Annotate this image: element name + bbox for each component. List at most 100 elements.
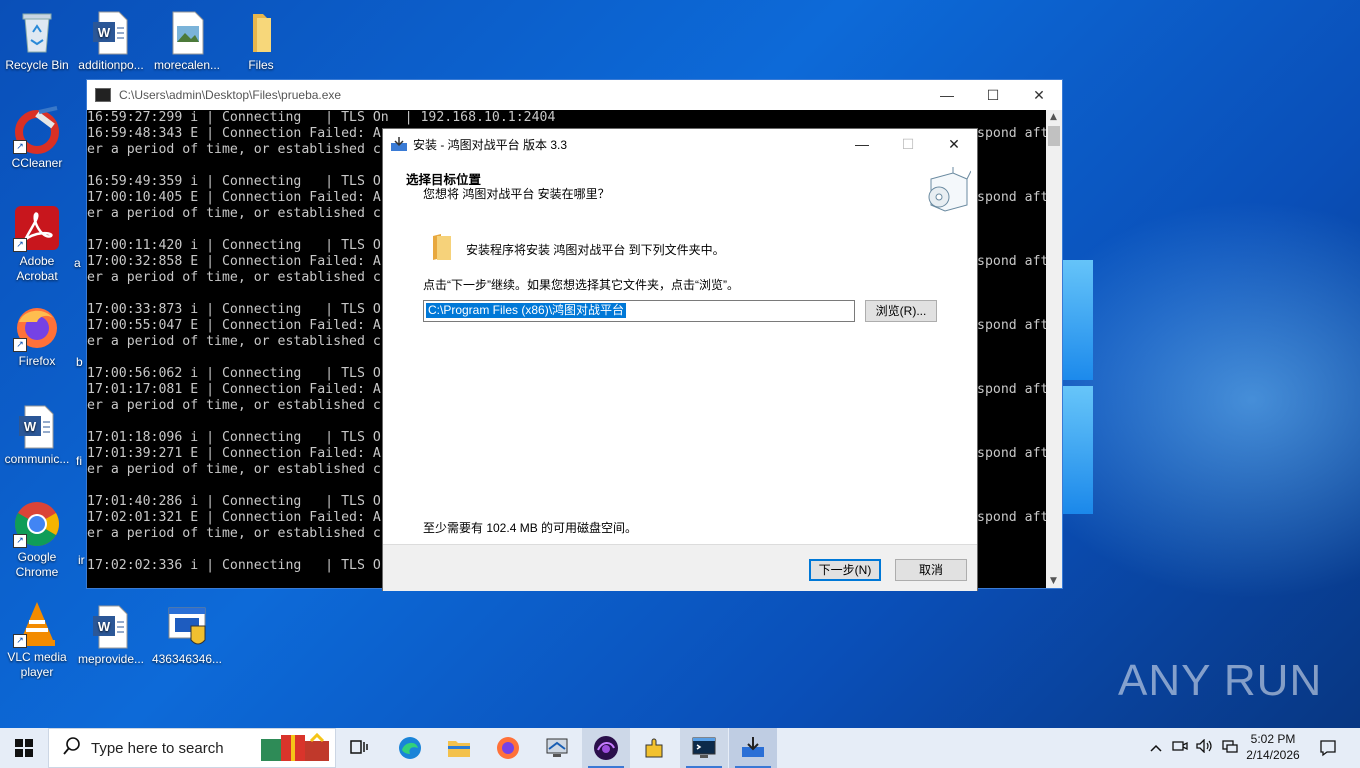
taskbar: Type here to search 5:02 PM 2/14/2026 (0, 728, 1360, 768)
clock-time: 5:02 PM (1250, 732, 1296, 746)
remote-desktop-icon (546, 738, 568, 757)
folder-icon (427, 232, 453, 262)
desktop-icon-files-folder[interactable]: Files (224, 8, 298, 73)
edge-icon (399, 737, 421, 759)
task-view-button[interactable] (336, 728, 384, 768)
desktop-icon-word-doc[interactable]: W communic... (0, 402, 74, 467)
console-scrollbar[interactable]: ▲ ▼ (1046, 110, 1062, 588)
installer-dialog[interactable]: 安装 - 鸿图对战平台 版本 3.3 — ☐ ✕ 选择目标位置 您想将 鸿图对战… (382, 128, 978, 591)
clock-date: 2/14/2026 (1246, 748, 1300, 762)
image-file-icon (163, 8, 211, 56)
shortcut-arrow-icon: ↗ (13, 140, 27, 154)
search-placeholder: Type here to search (91, 739, 224, 757)
close-button[interactable]: ✕ (931, 136, 977, 153)
chrome-icon: ↗ (13, 500, 61, 548)
cancel-button[interactable]: 取消 (895, 559, 967, 581)
desktop-icon-label: Files (248, 58, 274, 72)
notifications-button[interactable] (1304, 728, 1352, 768)
network-icon[interactable] (1222, 739, 1238, 757)
installer-titlebar[interactable]: 安装 - 鸿图对战平台 版本 3.3 — ☐ ✕ (383, 129, 977, 159)
desktop-icon-label: VLC media player (7, 650, 67, 679)
desktop-icon-label: Recycle Bin (5, 58, 69, 72)
acrobat-icon: ↗ (13, 204, 61, 252)
vlc-icon: ↗ (13, 600, 61, 648)
hongtu-platform-icon (594, 736, 618, 760)
taskbar-hongtu-app[interactable] (582, 728, 630, 768)
word-document-icon: W (13, 402, 61, 450)
minimize-button[interactable]: — (924, 87, 970, 104)
scroll-up-icon[interactable]: ▲ (1050, 112, 1057, 122)
desktop-icon-recycle-bin[interactable]: Recycle Bin (0, 8, 74, 73)
maximize-button: ☐ (901, 135, 915, 152)
browse-button[interactable]: 浏览(R)... (865, 300, 937, 322)
next-button[interactable]: 下一步(N) (809, 559, 881, 581)
action-center-icon (1320, 740, 1336, 757)
desktop-icon-vlc[interactable]: ↗ VLC media player (0, 600, 74, 680)
ccleaner-icon: ↗ (13, 106, 61, 154)
taskbar-file-explorer[interactable] (435, 728, 483, 768)
desktop-icon-partial-label: a (74, 256, 81, 270)
console-titlebar[interactable]: C:\Users\admin\Desktop\Files\prueba.exe … (87, 80, 1062, 110)
taskbar-puzzle-app[interactable] (631, 728, 679, 768)
console-app-icon (95, 88, 111, 102)
volume-icon[interactable] (1196, 738, 1214, 757)
desktop-icon-label: Adobe Acrobat (16, 254, 58, 283)
taskbar-edge[interactable] (386, 728, 434, 768)
search-highlight-gifts-icon (261, 731, 331, 765)
firefox-icon (497, 737, 519, 759)
desktop-icon-word-doc[interactable]: W meprovide... (74, 602, 148, 667)
scrollbar-thumb[interactable] (1048, 126, 1060, 146)
shortcut-arrow-icon: ↗ (13, 634, 27, 648)
taskbar-clock[interactable]: 5:02 PM 2/14/2026 (1240, 731, 1306, 763)
shortcut-arrow-icon: ↗ (13, 338, 27, 352)
install-path-value: C:\Program Files (x86)\鸿图对战平台 (426, 303, 627, 318)
shortcut-arrow-icon: ↗ (13, 238, 27, 252)
taskbar-console[interactable] (680, 728, 728, 768)
anyrun-watermark: ANY RUN (1118, 656, 1323, 705)
search-icon (63, 737, 81, 759)
desktop-icon-label: communic... (4, 452, 70, 466)
desktop-icon-ccleaner[interactable]: ↗ CCleaner (0, 106, 74, 171)
svg-text:W: W (98, 619, 111, 634)
disk-space-text: 至少需要有 102.4 MB 的可用磁盘空间。 (423, 521, 638, 535)
windows-logo-pane (1063, 386, 1093, 514)
desktop-icon-label: Firefox (18, 354, 56, 368)
desktop-icon-label: Google Chrome (15, 550, 59, 579)
desktop-icon-adobe-acrobat[interactable]: ↗ Adobe Acrobat (0, 204, 74, 284)
installer-app-icon (391, 137, 407, 151)
svg-text:W: W (24, 419, 37, 434)
recycle-bin-icon (13, 8, 61, 56)
console-icon (692, 737, 716, 758)
installer-icon (742, 737, 764, 757)
desktop-icon-chrome[interactable]: ↗ Google Chrome (0, 500, 74, 580)
taskbar-search-box[interactable]: Type here to search (48, 728, 336, 768)
desktop-icon-installer[interactable]: 436346346... (150, 602, 224, 667)
windows-start-icon (15, 739, 33, 757)
word-document-icon: W (87, 602, 135, 650)
chevron-up-icon[interactable] (1150, 741, 1162, 756)
taskbar-firefox[interactable] (484, 728, 532, 768)
maximize-button[interactable]: ☐ (970, 87, 1016, 104)
install-path-input[interactable]: C:\Program Files (x86)\鸿图对战平台 (423, 300, 855, 322)
close-button[interactable]: ✕ (1016, 87, 1062, 104)
desktop-icon-word-doc[interactable]: W additionpo... (74, 8, 148, 73)
taskbar-app[interactable] (533, 728, 581, 768)
installer-icon (163, 602, 211, 650)
word-document-icon: W (87, 8, 135, 56)
desktop-icon-firefox[interactable]: ↗ Firefox (0, 304, 74, 369)
install-info-text: 安装程序将安装 鸿图对战平台 到下列文件夹中。 (466, 243, 725, 257)
desktop-icon-label: additionpo... (78, 58, 144, 72)
desktop-icon-image-file[interactable]: morecalen... (150, 8, 224, 73)
file-explorer-icon (448, 741, 470, 757)
meet-now-icon[interactable] (1172, 739, 1188, 757)
page-subheading: 您想将 鸿图对战平台 安装在哪里？ (423, 187, 610, 201)
setup-disc-icon (923, 165, 972, 213)
scroll-down-icon[interactable]: ▼ (1050, 576, 1057, 586)
system-tray (1150, 728, 1238, 768)
desktop-icon-label: CCleaner (11, 156, 63, 170)
taskbar-installer[interactable] (729, 728, 777, 768)
start-button[interactable] (0, 728, 48, 768)
minimize-button[interactable]: — (839, 136, 885, 153)
console-output-right: spond aft spond aft spond aft spond aft … (977, 126, 1049, 525)
header-divider (383, 217, 977, 218)
